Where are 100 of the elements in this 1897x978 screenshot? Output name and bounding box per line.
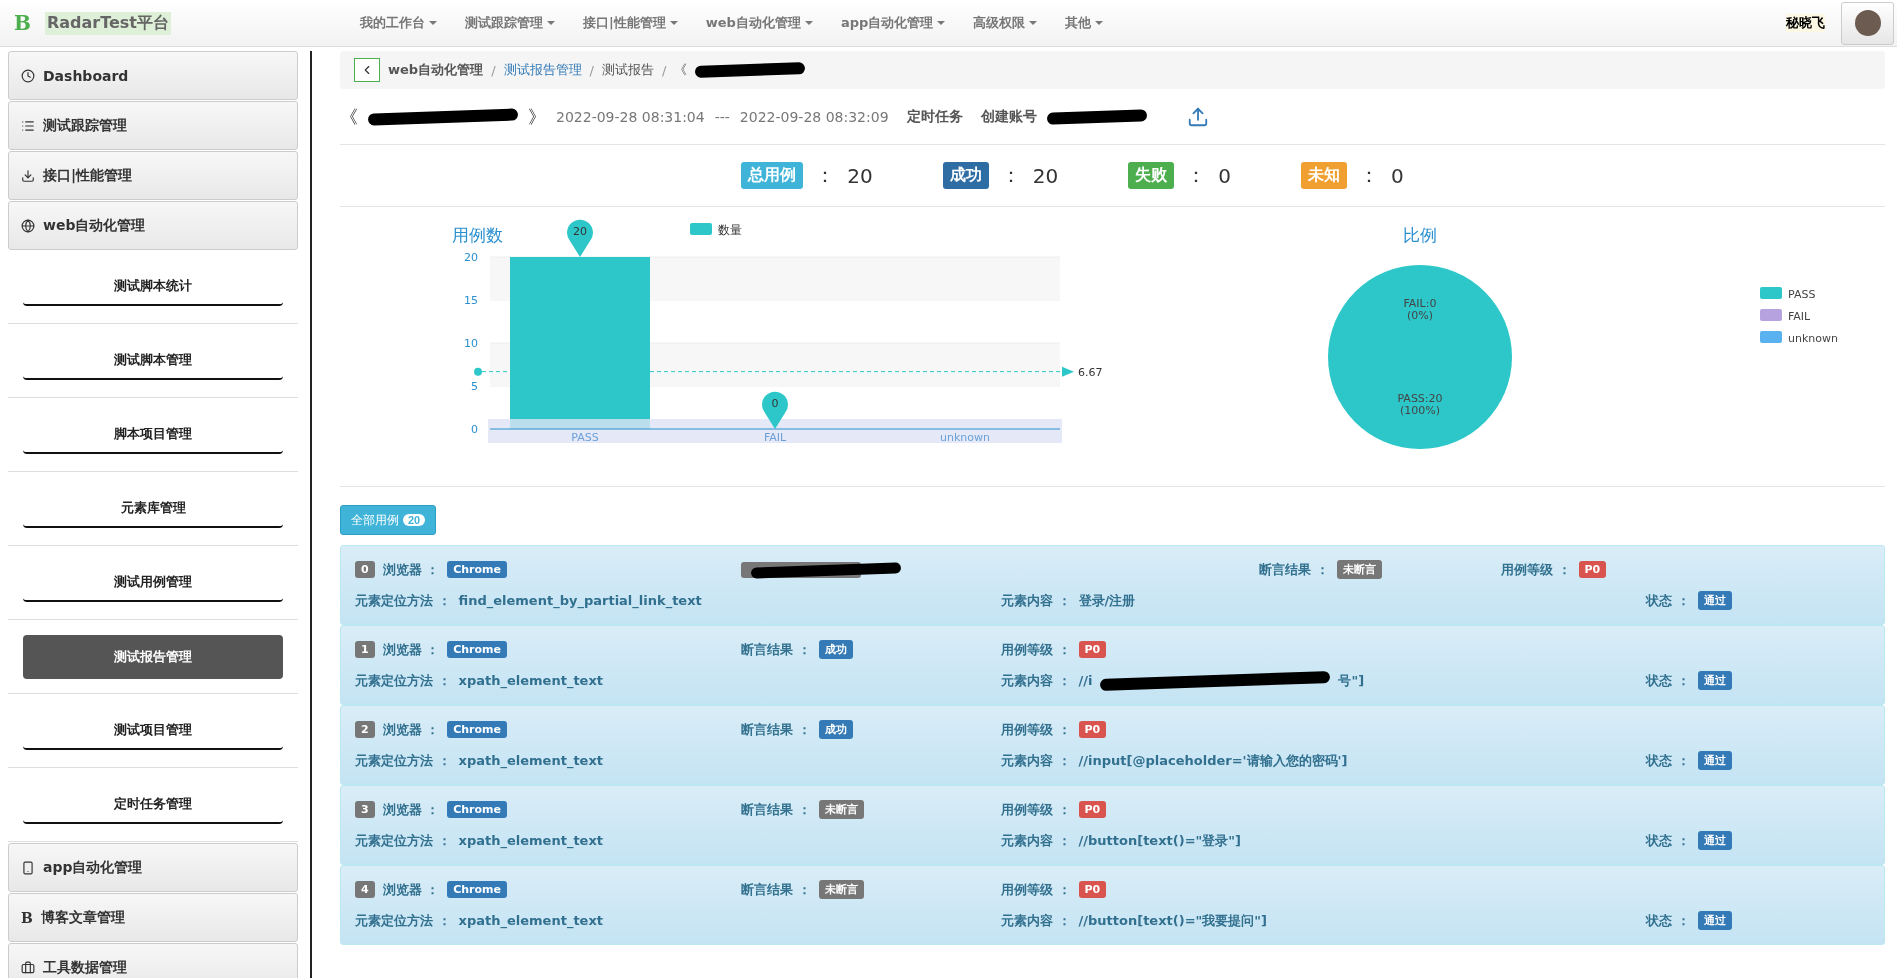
group-label: 工具数据管理 [43,958,127,977]
nav-menu[interactable]: 我的工作台 [346,14,451,32]
field-label: 元素定位方法 ： [355,831,451,850]
field-label: 断言结果 ： [741,800,811,819]
assert-badge: 未断言 [1336,560,1382,579]
count-badge: 20 [403,514,426,526]
field-label: 用例等级 ： [1001,720,1071,739]
nav-menu[interactable]: 高级权限 [959,14,1052,32]
sidebar-group[interactable]: 接口|性能管理 [8,151,298,200]
field-label: 状态 ： [1646,831,1690,850]
field-label: 用例等级 ： [1501,560,1571,579]
brand-name[interactable]: RadarTest平台 [44,11,171,35]
nav-menu[interactable]: web自动化管理 [691,14,827,32]
field-label: 元素定位方法 ： [355,591,451,610]
sidebar-group[interactable]: app自动化管理 [8,843,298,892]
phone-icon [21,860,35,875]
status-badge: 通过 [1697,831,1732,850]
field-label: 元素内容 ： [1001,591,1071,610]
nav-menu[interactable]: 接口|性能管理 [569,14,692,32]
field-label: 断言结果 ： [741,640,811,659]
caret-icon [669,21,678,25]
field-label: 浏览器 ： [382,880,440,899]
trigger-type: 定时任务 [906,107,963,126]
field-label: 浏览器 ： [382,800,440,819]
field-value: //button[text()="登录"] [1078,831,1242,850]
breadcrumb-item: 测试报告 [601,61,654,79]
field-label: 断言结果 ： [1259,560,1329,579]
index-badge: 2 [355,721,375,738]
field-value: xpath_element_text [458,913,604,928]
field-label: 断言结果 ： [741,720,811,739]
field-label: 用例等级 ： [1001,800,1071,819]
summary-label: 成功 [942,162,989,189]
status-badge: 通过 [1697,671,1732,690]
zoom-slider[interactable] [488,419,1062,443]
sidebar-item[interactable]: 测试报告管理 [23,635,283,679]
sidebar-group[interactable]: web自动化管理 [8,201,298,250]
nav-menu[interactable]: 其他 [1051,14,1118,32]
caret-icon [547,21,555,25]
summary-colon: ： [815,162,836,189]
field-value: xpath_element_text [458,753,604,768]
index-badge: 0 [355,561,375,578]
level-badge: P0 [1078,801,1107,818]
level-badge: P0 [1078,721,1107,738]
summary-value: 20 [1032,163,1059,188]
avatar-button[interactable] [1841,1,1894,45]
sidebar-group[interactable]: 工具数据管理 [8,943,298,978]
group-label: web自动化管理 [43,216,146,235]
summary-colon: ： [1000,162,1021,189]
field-label: 元素定位方法 ： [355,671,451,690]
slice-label: PASS:20 [1397,392,1443,405]
field-label: 用例等级 ： [1001,880,1071,899]
start-time: 2022-09-28 08:31:04 [556,108,705,125]
level-badge: P0 [1078,881,1107,898]
summary-label: 失败 [1128,162,1175,189]
assert-badge: 成功 [818,640,853,659]
nav-menu[interactable]: app自动化管理 [826,14,960,32]
pin-label: 20 [573,225,587,238]
legend-label: 数量 [718,223,742,237]
x-tick: FAIL [763,431,787,444]
group-label: app自动化管理 [43,858,143,877]
caret-icon [937,21,946,25]
value-pin [762,391,788,429]
group-label: 测试跟踪管理 [43,116,127,135]
y-tick: 20 [464,251,478,264]
legend-item: PASS [1760,287,1816,301]
back-button[interactable] [354,58,380,82]
list-icon [21,118,35,133]
breadcrumb-item: 《 [674,61,688,79]
caret-icon [804,21,813,25]
y-tick: 15 [464,294,478,307]
value-pin [567,219,593,257]
field-label: 元素定位方法 ： [355,751,451,770]
browser-badge: Chrome [447,641,507,658]
x-tick: unknown [940,431,990,444]
field-value: xpath_element_text [458,833,604,848]
sidebar-group[interactable]: B 博客文章管理 [8,893,298,942]
status-badge: 通过 [1697,911,1732,930]
caret-icon [1095,21,1104,25]
upload-icon[interactable] [1186,105,1209,128]
field-label: 用例等级 ： [1001,640,1071,659]
report-title: 》 [528,104,546,129]
field-label: 元素内容 ： [1001,751,1071,770]
letter-icon: B [21,909,33,926]
breadcrumb-link[interactable]: 测试报告管理 [503,61,582,79]
sidebar-group[interactable]: Dashboard [8,51,298,100]
download-icon [21,168,35,183]
sidebar-group[interactable]: 测试跟踪管理 [8,101,298,150]
field-value: find_element_by_partial_link_text [458,593,702,608]
legend-label: FAIL [1788,310,1812,323]
field-value: 号"] [1338,671,1365,690]
legend-item: unknown [1760,331,1838,345]
level-badge: P0 [1078,641,1107,658]
end-time: 2022-09-28 08:32:09 [739,108,889,125]
breadcrumb-separator: / [589,62,594,78]
group-label: Dashboard [43,67,129,84]
nav-menu[interactable]: 测试跟踪管理 [451,14,569,32]
caret-icon [1029,21,1038,25]
y-tick: 5 [471,380,478,393]
field-label: 元素内容 ： [1001,671,1071,690]
account-label: 创建账号 [980,107,1037,126]
